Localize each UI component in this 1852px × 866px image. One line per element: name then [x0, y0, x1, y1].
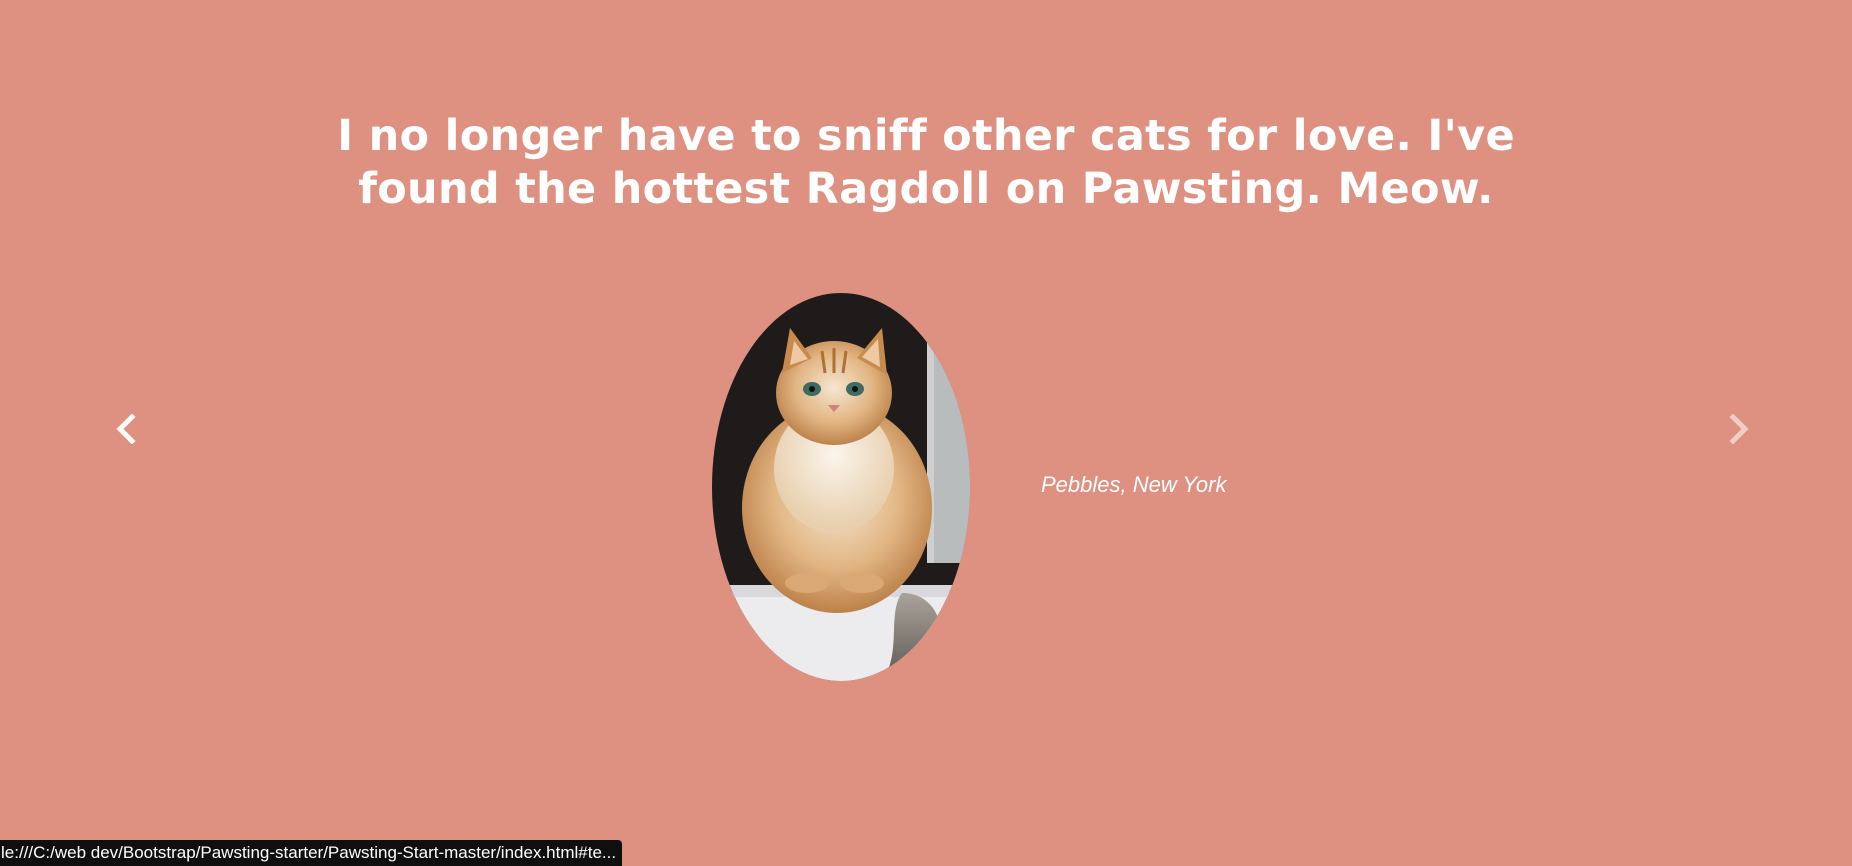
- browser-status-bar: le:///C:/web dev/Bootstrap/Pawsting-star…: [0, 840, 622, 866]
- testimonial-avatar: [712, 293, 970, 681]
- testimonial-carousel: I no longer have to sniff other cats for…: [0, 0, 1852, 866]
- cat-photo: [712, 293, 970, 681]
- chevron-left-icon: [116, 414, 136, 444]
- testimonial-author: Pebbles, New York: [1041, 472, 1227, 497]
- chevron-right-icon: [1729, 414, 1749, 444]
- carousel-prev-button[interactable]: [101, 404, 151, 454]
- testimonial-quote: I no longer have to sniff other cats for…: [337, 111, 1515, 214]
- carousel-next-button[interactable]: [1714, 404, 1764, 454]
